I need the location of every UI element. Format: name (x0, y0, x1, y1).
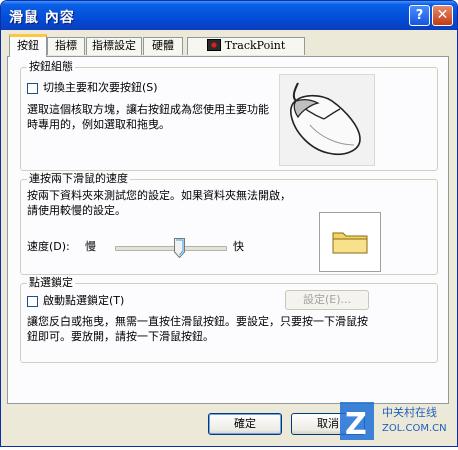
tab-hardware[interactable]: 硬體 (143, 37, 183, 55)
tab-buttons[interactable]: 按鈕 (9, 34, 47, 57)
ok-button[interactable]: 確定 (208, 413, 282, 435)
click-lock-label[interactable]: 啟動點選鎖定(T) (43, 294, 124, 308)
tab-panel: 按鈕組態 切換主要和次要按鈕(S) 選取這個核取方塊，讓右按鈕成為您使用主要功能… (7, 56, 449, 404)
svg-text:中关村在线: 中关村在线 (382, 405, 437, 419)
help-button[interactable]: ? (409, 5, 430, 26)
mouse-properties-window: 滑鼠 內容 ? ✕ 按鈕 指標 指標設定 硬體 TrackPoint 按鈕組態 … (0, 0, 458, 447)
svg-text:ZOL.COM.CN: ZOL.COM.CN (382, 423, 447, 434)
zol-watermark: Z 中关村在线 ZOL.COM.CN (338, 398, 458, 447)
mouse-illustration (279, 74, 375, 166)
window-title: 滑鼠 內容 (9, 10, 75, 26)
click-lock-group: 點選鎖定 啟動點選鎖定(T) 設定(E)... 讓您反白或拖曳，無需一直按住滑鼠… (20, 276, 438, 363)
tab-label: 指標設定 (92, 39, 136, 52)
tab-label: 按鈕 (17, 39, 39, 52)
tab-label: 硬體 (152, 39, 174, 52)
button-config-group: 按鈕組態 切換主要和次要按鈕(S) 選取這個核取方塊，讓右按鈕成為您使用主要功能… (20, 60, 438, 171)
double-click-speed-slider[interactable] (115, 238, 227, 260)
speed-label: 速度(D): (27, 240, 70, 253)
click-lock-description: 讓您反白或拖曳，無需一直按住滑鼠按鈕。要設定，只要按一下滑鼠按鈕即可。要放開，請… (27, 315, 368, 343)
trackpoint-icon (206, 39, 221, 51)
switch-buttons-label[interactable]: 切換主要和次要按鈕(S) (43, 81, 158, 95)
slow-label: 慢 (85, 240, 96, 253)
tab-trackpoint[interactable]: TrackPoint (187, 37, 305, 55)
zol-logo-icon: Z 中关村在线 ZOL.COM.CN (340, 402, 447, 442)
slider-thumb[interactable] (174, 238, 185, 259)
click-lock-checkbox[interactable] (27, 296, 38, 307)
folder-icon (332, 232, 368, 254)
click-lock-settings-button[interactable]: 設定(E)... (285, 290, 369, 310)
double-click-description: 按兩下資料夾來測試您的設定。如果資料夾無法開啟，請使用較慢的設定。 (27, 189, 291, 217)
group-title: 點選鎖定 (27, 276, 75, 290)
fast-label: 快 (233, 240, 244, 253)
group-title: 按鈕組態 (27, 60, 75, 74)
switch-buttons-checkbox[interactable] (27, 83, 38, 94)
tab-strip: 按鈕 指標 指標設定 硬體 TrackPoint (7, 34, 447, 57)
svg-text:Z: Z (345, 407, 367, 442)
tab-label: TrackPoint (224, 39, 286, 52)
group-title: 連按兩下滑鼠的速度 (27, 172, 130, 186)
mouse-icon (289, 82, 361, 155)
close-button[interactable]: ✕ (432, 5, 453, 26)
tab-label: 指標 (55, 39, 77, 52)
double-click-group: 連按兩下滑鼠的速度 按兩下資料夾來測試您的設定。如果資料夾無法開啟，請使用較慢的… (20, 172, 438, 275)
tab-pointers[interactable]: 指標 (47, 37, 85, 55)
tab-pointer-options[interactable]: 指標設定 (86, 37, 142, 55)
test-folder-area[interactable] (319, 212, 381, 272)
slider-track (115, 246, 227, 251)
title-bar[interactable]: 滑鼠 內容 ? ✕ (1, 1, 457, 30)
switch-buttons-description: 選取這個核取方塊，讓右按鈕成為您使用主要功能時專用的，例如選取和拖曳。 (27, 103, 269, 131)
